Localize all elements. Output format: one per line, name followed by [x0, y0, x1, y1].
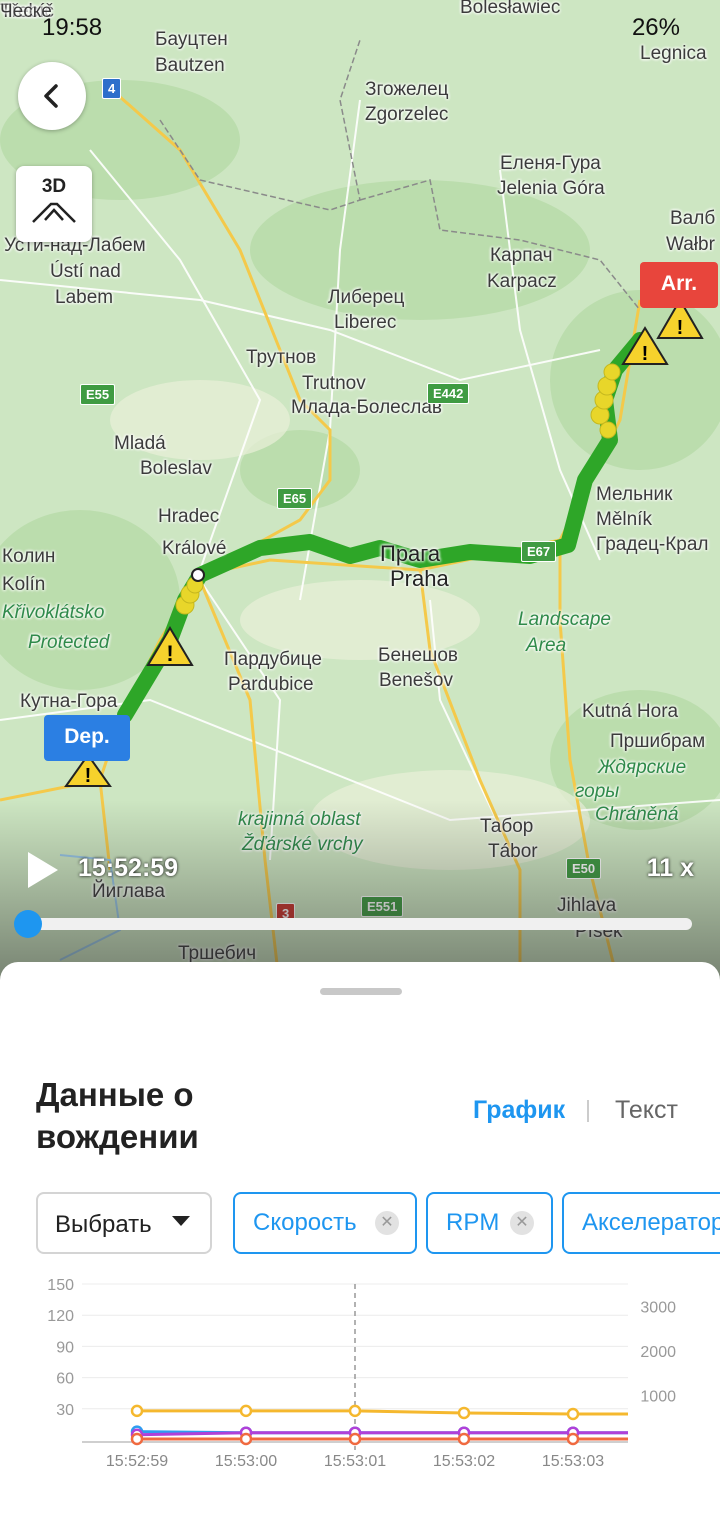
chip-label: Акселератор [582, 1209, 720, 1236]
x-tick-label: 15:52:59 [106, 1453, 168, 1470]
playback-slider-track[interactable] [20, 918, 692, 930]
page-title: Данные о вождении [36, 1076, 199, 1155]
perspective-icon [32, 202, 76, 223]
data-point [566, 1407, 580, 1421]
svg-text:!: ! [166, 641, 173, 666]
data-point [239, 1432, 253, 1446]
3d-label: 3D [41, 176, 67, 197]
x-tick-label: 15:53:02 [433, 1453, 495, 1470]
metric-select-label: Выбрать [55, 1211, 152, 1238]
svg-text:!: ! [85, 765, 92, 787]
tab-divider [587, 1100, 589, 1122]
y-tick-label-right: 1000 [640, 1388, 676, 1405]
data-point [130, 1404, 144, 1418]
chip-label: Скорость [253, 1209, 357, 1236]
series-line [136, 1431, 628, 1437]
departure-marker[interactable]: Dep. [44, 715, 130, 761]
playback-time: 15:52:59 [78, 854, 179, 882]
sheet-drag-handle[interactable] [320, 988, 402, 995]
x-tick-label: 15:53:01 [324, 1453, 386, 1470]
y-tick-label-right: 3000 [640, 1299, 676, 1316]
tab-graph[interactable]: График [473, 1096, 565, 1125]
driving-chart[interactable]: 30 60 90 120 150 1000 2000 3000 15:52:59 15:53:00… [0, 1262, 720, 1520]
playback-slider-thumb[interactable] [14, 910, 42, 938]
warning-icon: ! [146, 626, 194, 666]
x-tick-label: 15:53:03 [542, 1453, 604, 1470]
y-tick-label-left: 120 [47, 1308, 74, 1325]
data-point [130, 1432, 144, 1446]
y-tick-label-left: 90 [56, 1339, 74, 1356]
map-view[interactable]: Bolesławiec Legnica Бауцтен Bautzen Згожелец… [0, 0, 720, 990]
data-point [566, 1432, 580, 1446]
y-tick-label-left: 150 [47, 1277, 74, 1294]
driving-data-sheet: Данные о вождении График Текст Выбрать С… [0, 962, 720, 1520]
data-point [457, 1406, 471, 1420]
chip-rpm[interactable]: RPM ✕ [426, 1192, 553, 1254]
chip-speed[interactable]: Скорость ✕ [233, 1192, 417, 1254]
close-icon[interactable]: ✕ [510, 1211, 534, 1235]
arrival-marker[interactable]: Arr. [640, 262, 718, 308]
status-bar: 19:58 26% [0, 8, 720, 48]
close-icon[interactable]: ✕ [375, 1211, 399, 1235]
y-tick-label-right: 2000 [640, 1344, 676, 1361]
data-point [348, 1432, 362, 1446]
play-button[interactable] [24, 850, 64, 890]
chip-label: RPM [446, 1209, 500, 1236]
chevron-left-icon [44, 84, 58, 108]
y-tick-label-left: 60 [56, 1371, 74, 1388]
3d-toggle-button[interactable]: 3D [16, 166, 92, 242]
chevron-down-icon [172, 1216, 190, 1226]
back-button[interactable] [18, 62, 86, 130]
svg-text:!: ! [677, 317, 684, 339]
battery-level: 26% [631, 14, 680, 41]
y-tick-label-left: 30 [56, 1402, 74, 1419]
tab-text[interactable]: Текст [615, 1096, 678, 1125]
chip-accelerator[interactable]: Акселератор [562, 1192, 720, 1254]
data-point [457, 1432, 471, 1446]
svg-text:!: ! [642, 343, 649, 365]
series-line [137, 1409, 628, 1416]
data-point [239, 1404, 253, 1418]
status-time: 19:58 [42, 14, 103, 41]
playback-speed-button[interactable]: 11 x [647, 854, 694, 883]
data-point [348, 1404, 362, 1418]
metric-select[interactable]: Выбрать [36, 1192, 212, 1254]
x-tick-label: 15:53:00 [215, 1453, 277, 1470]
